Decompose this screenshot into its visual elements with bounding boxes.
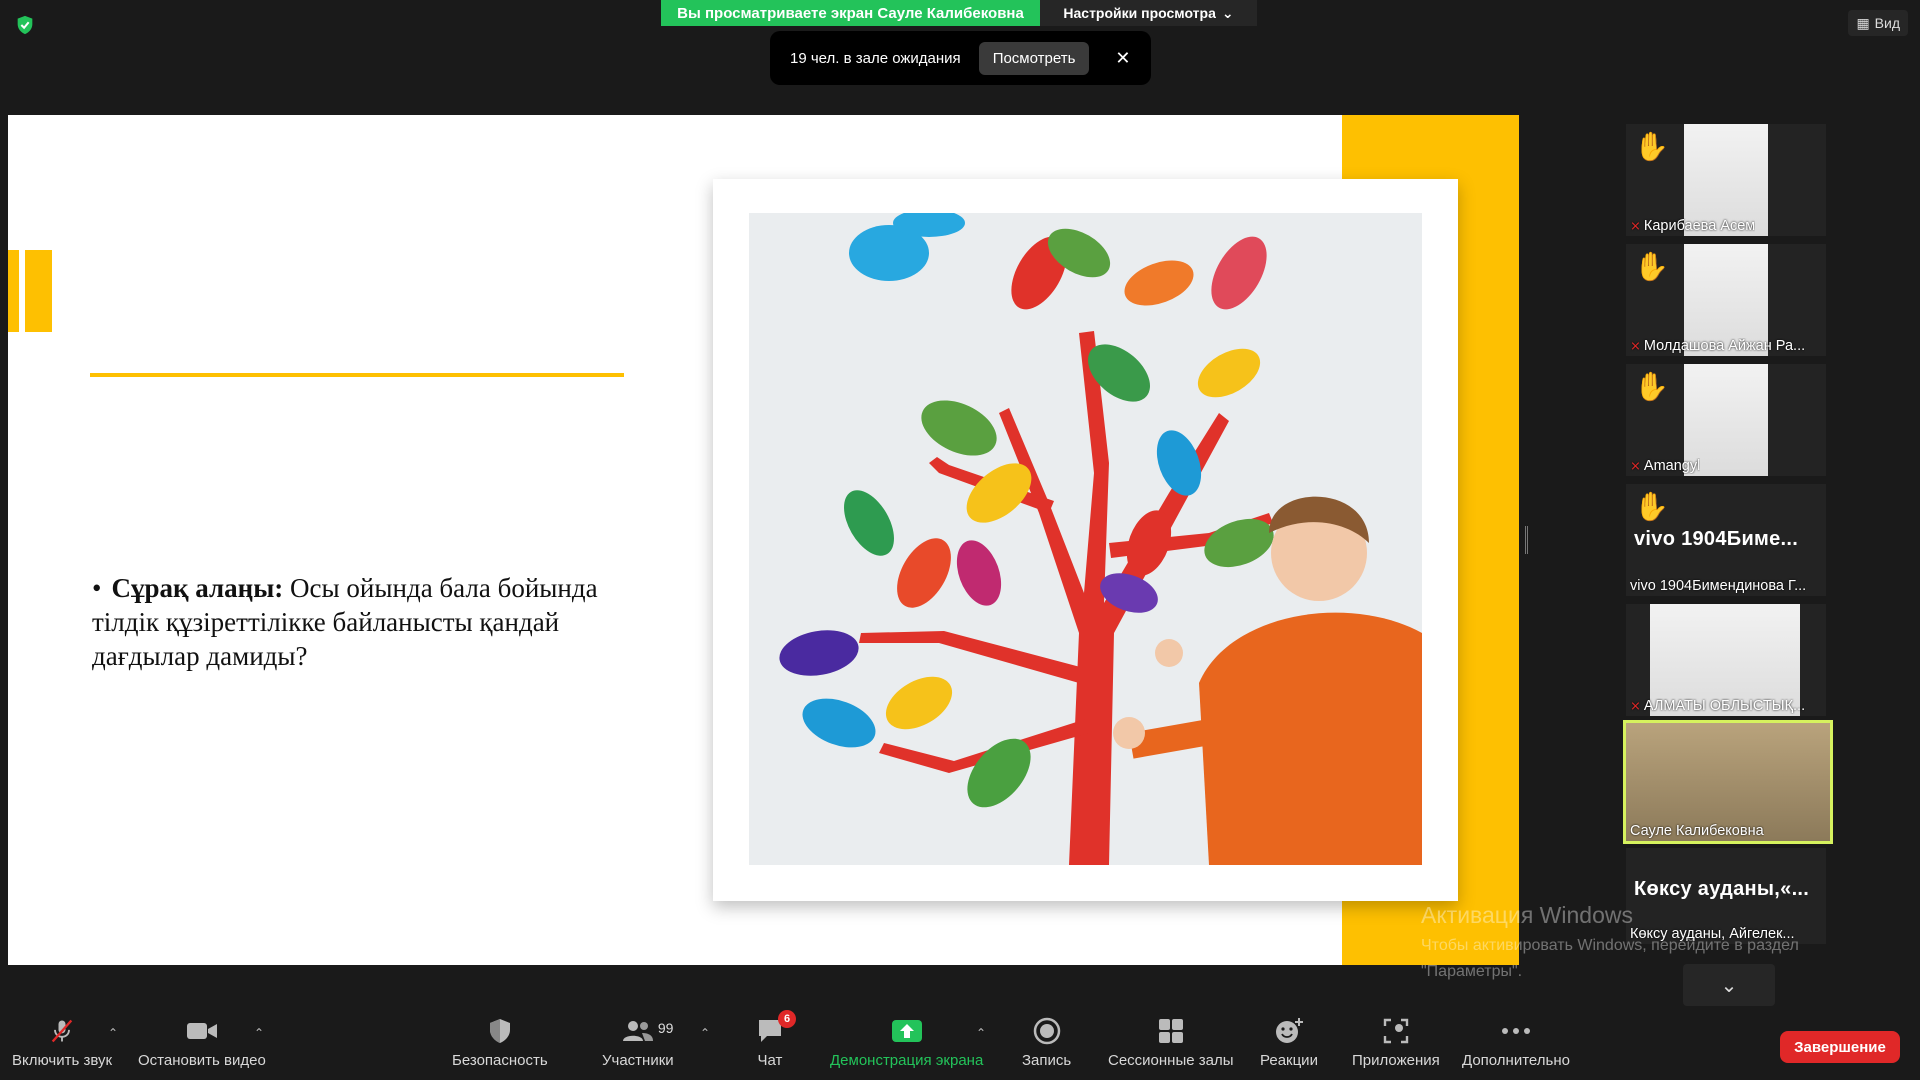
raised-hand-icon: ✋: [1634, 371, 1669, 402]
share-options-caret-icon[interactable]: ⌃: [976, 1026, 986, 1040]
smiley-add-icon: [1271, 1016, 1307, 1046]
apps-button[interactable]: Приложения: [1352, 1016, 1440, 1069]
shield-icon: [482, 1016, 518, 1046]
participant-tile[interactable]: ✋ vivo 1904Биме... vivo 1904Бимендинова …: [1626, 484, 1826, 596]
breakout-rooms-button[interactable]: Сессионные залы: [1108, 1016, 1234, 1069]
participants-count: 99: [657, 1020, 674, 1036]
participants-button[interactable]: 99 Участники: [602, 1016, 674, 1069]
unmute-button[interactable]: Включить звук: [12, 1016, 112, 1069]
participant-name: ⨯ Amangyl: [1630, 458, 1701, 474]
people-icon: 99: [620, 1016, 673, 1046]
tree-photo: [749, 213, 1422, 865]
waiting-room-notification: 19 чел. в зале ожидания Посмотреть ✕: [770, 31, 1151, 85]
muted-mic-icon: ⨯: [1630, 458, 1641, 473]
view-waiting-room-button[interactable]: Посмотреть: [978, 41, 1090, 75]
participant-tile[interactable]: ✋ ⨯ Молдашова Айжан Ра...: [1626, 244, 1826, 356]
chevron-down-icon: ⌄: [1221, 4, 1234, 21]
video-camera-icon: [184, 1016, 220, 1046]
more-label: Дополнительно: [1462, 1052, 1570, 1069]
stop-video-button[interactable]: Остановить видео: [138, 1016, 266, 1069]
reactions-label: Реакции: [1260, 1052, 1318, 1069]
muted-mic-icon: ⨯: [1630, 338, 1641, 353]
tree-illustration-image: [749, 213, 1422, 865]
participant-name: ⨯ Карибаева Асем: [1630, 218, 1756, 234]
participant-tile-active-speaker[interactable]: Сауле Калибековна: [1623, 720, 1833, 844]
meeting-toolbar: Включить звук ⌃ Остановить видео ⌃ Безоп…: [0, 1008, 1920, 1080]
shared-screen-slide: • Сұрақ алаңы: Осы ойында бала бойында ті…: [8, 115, 1519, 965]
audio-options-caret-icon[interactable]: ⌃: [108, 1026, 118, 1040]
raised-hand-icon: ✋: [1634, 251, 1669, 282]
end-meeting-button[interactable]: Завершение: [1780, 1031, 1900, 1063]
muted-mic-icon: ⨯: [1630, 698, 1641, 713]
participant-name: ⨯ Молдашова Айжан Ра...: [1630, 338, 1806, 354]
raised-hand-icon: ✋: [1634, 131, 1669, 162]
participant-name: ⨯ АЛМАТЫ ОБЛЫСТЫҚ...: [1630, 698, 1806, 714]
share-screen-label: Демонстрация экрана: [830, 1052, 984, 1069]
breakout-rooms-icon: [1153, 1016, 1189, 1046]
view-button-label: Вид: [1874, 15, 1900, 31]
participant-name: vivo 1904Бимендинова Г...: [1630, 578, 1807, 594]
grid-icon: ▦: [1856, 14, 1870, 31]
participant-name: Сауле Калибековна: [1630, 823, 1764, 839]
question-heading: Сұрақ алаңы:: [111, 573, 284, 603]
slide-yellow-accent: [8, 250, 52, 332]
participant-big-name: Көксу ауданы,«...: [1634, 878, 1810, 900]
share-screen-icon: [889, 1016, 925, 1046]
record-button[interactable]: Запись: [1022, 1016, 1071, 1069]
breakout-rooms-label: Сессионные залы: [1108, 1052, 1234, 1069]
security-label: Безопасность: [452, 1052, 548, 1069]
record-icon: [1029, 1016, 1065, 1046]
participant-tile[interactable]: ⨯ АЛМАТЫ ОБЛЫСТЫҚ...: [1626, 604, 1826, 716]
chat-button[interactable]: 6 Чат: [752, 1010, 796, 1069]
view-settings-label: Настройки просмотра: [1063, 5, 1216, 21]
watermark-title: Активация Windows: [1421, 902, 1633, 928]
participant-big-name: vivo 1904Биме...: [1634, 528, 1799, 550]
security-button[interactable]: Безопасность: [452, 1016, 548, 1069]
waiting-room-text: 19 чел. в зале ожидания: [790, 49, 961, 67]
more-button[interactable]: Дополнительно: [1462, 1016, 1570, 1069]
view-settings-button[interactable]: Настройки просмотра ⌄: [1040, 0, 1257, 26]
windows-activation-watermark: Активация Windows Чтобы активировать Win…: [1421, 902, 1861, 985]
mic-off-icon: [44, 1016, 80, 1046]
stop-video-label: Остановить видео: [138, 1052, 266, 1069]
record-label: Запись: [1022, 1052, 1072, 1069]
slide-title-underline: [90, 373, 624, 377]
participant-tile[interactable]: ✋ ⨯ Amangyl: [1626, 364, 1826, 476]
chat-bubble-icon: 6: [752, 1010, 796, 1046]
raised-hand-icon: ✋: [1634, 491, 1669, 522]
watermark-text: Чтобы активировать Windows, перейдите в …: [1421, 937, 1799, 980]
screen-sharing-banner: Вы просматриваете экран Сауле Калибековн…: [661, 0, 1040, 26]
participant-tile[interactable]: ✋ ⨯ Карибаева Асем: [1626, 124, 1826, 236]
reactions-button[interactable]: Реакции: [1260, 1016, 1318, 1069]
chat-label: Чат: [757, 1052, 783, 1069]
shield-check-icon[interactable]: [14, 14, 36, 36]
participants-options-caret-icon[interactable]: ⌃: [700, 1026, 710, 1040]
participants-label: Участники: [602, 1052, 674, 1069]
view-button[interactable]: ▦ Вид: [1848, 10, 1908, 36]
more-dots-icon: [1498, 1016, 1534, 1046]
slide-photo-frame: [713, 179, 1458, 901]
muted-mic-icon: ⨯: [1630, 218, 1641, 233]
apps-icon: [1378, 1016, 1414, 1046]
video-options-caret-icon[interactable]: ⌃: [254, 1026, 264, 1040]
apps-label: Приложения: [1352, 1052, 1440, 1069]
share-screen-button[interactable]: Демонстрация экрана: [830, 1016, 983, 1069]
slide-question: • Сұрақ алаңы: Осы ойында бала бойында ті…: [92, 571, 652, 673]
panel-resize-handle[interactable]: [1525, 526, 1528, 554]
close-icon[interactable]: ✕: [1115, 48, 1130, 69]
unmute-label: Включить звук: [12, 1052, 113, 1069]
bullet: •: [92, 573, 102, 603]
chat-badge: 6: [778, 1010, 796, 1028]
